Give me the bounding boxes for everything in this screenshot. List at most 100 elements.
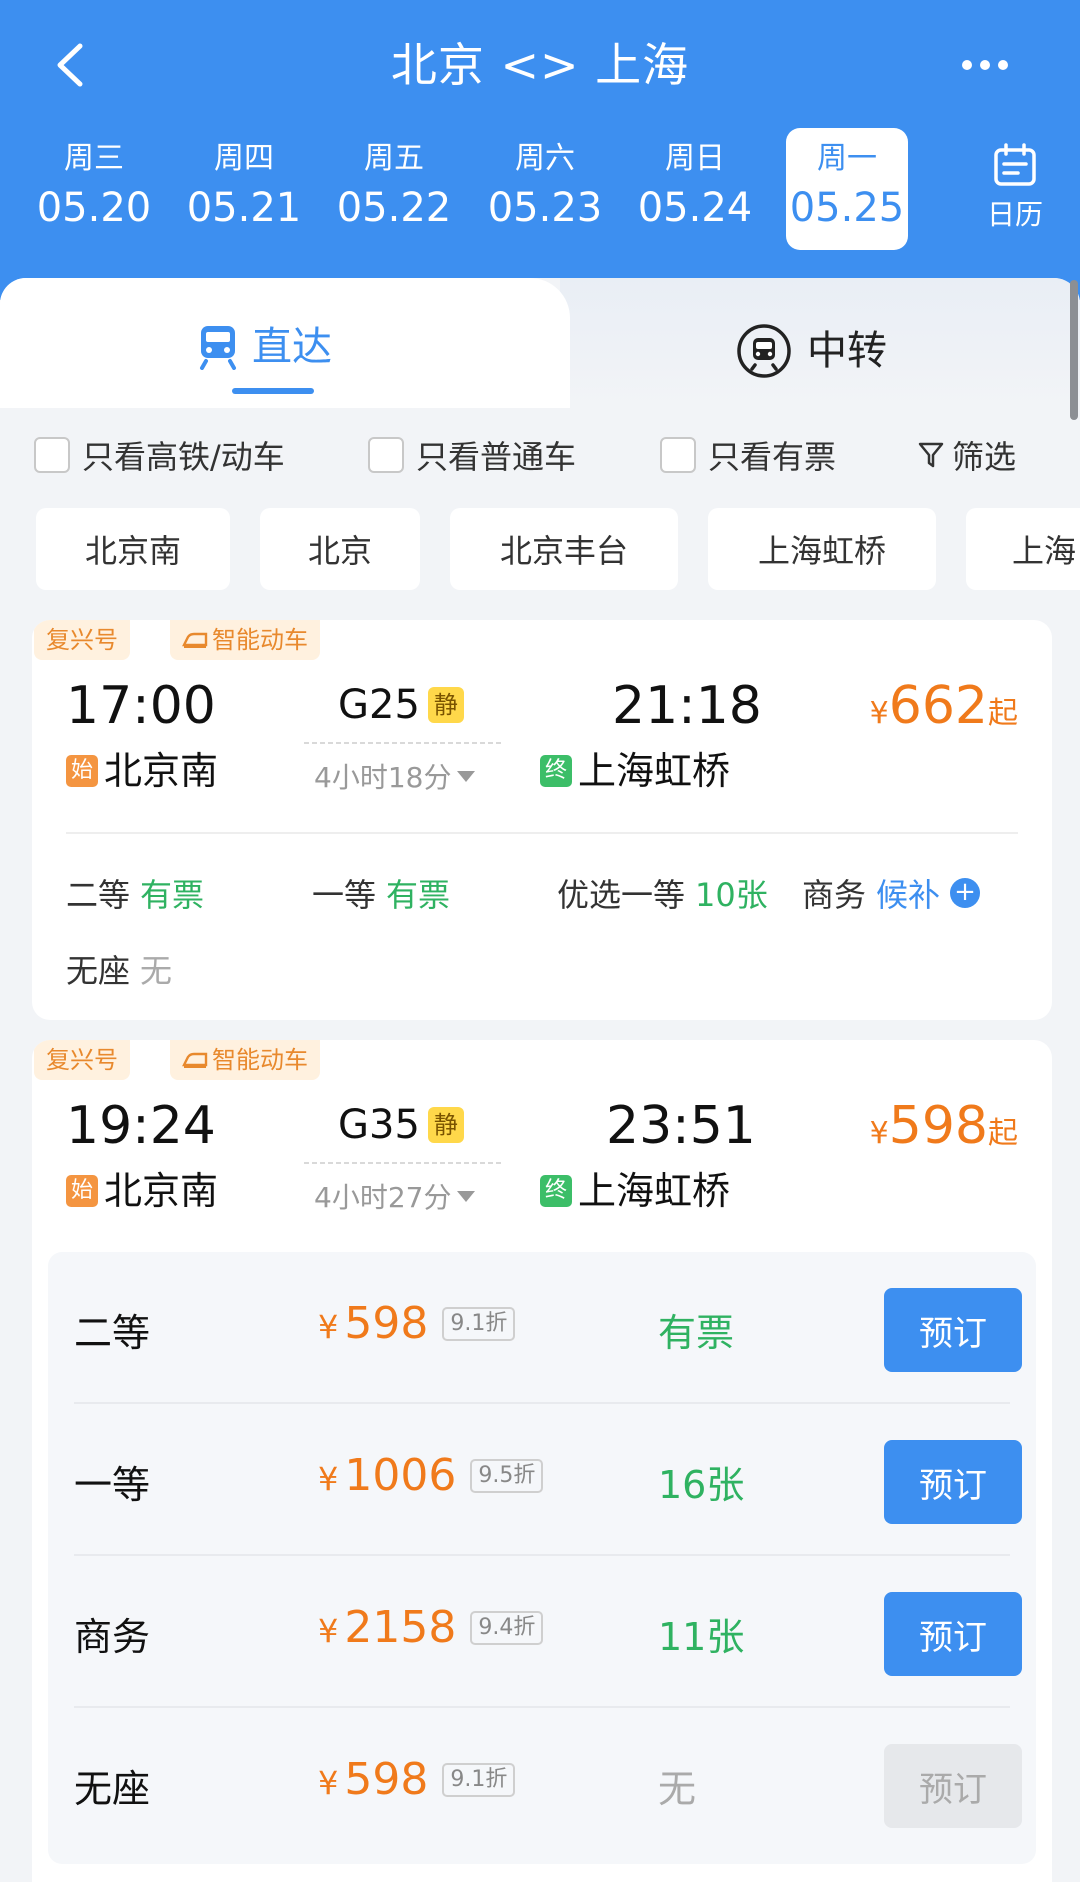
train-card-expanded[interactable]: 复兴号 智能动车 19:24 G35 静 23:51 ¥ 598 起 4小时27… xyxy=(32,1040,1052,1882)
active-tab-indicator xyxy=(232,388,314,394)
route-line xyxy=(304,1162,504,1164)
tab-direct[interactable]: 直达 xyxy=(0,278,570,408)
lowest-price: ¥ 662 起 xyxy=(870,676,1018,736)
calendar-button[interactable]: 日历 xyxy=(975,142,1055,242)
destination-station-name: 上海虹桥 xyxy=(578,749,731,793)
date-item[interactable]: 周四 05.21 xyxy=(183,128,305,250)
seat-type-label: 二等 xyxy=(66,876,131,914)
filter-available-checkbox[interactable]: 只看有票 xyxy=(660,432,836,478)
date-item[interactable]: 周三 05.20 xyxy=(33,128,155,250)
station-chip[interactable]: 上海虹桥 xyxy=(708,508,936,590)
train-number-label: G35 xyxy=(338,1102,420,1148)
price-value: 2158 xyxy=(344,1602,457,1653)
date-item-selected[interactable]: 周一 05.25 xyxy=(786,128,908,250)
seat-type-label: 优选一等 xyxy=(557,876,686,914)
caret-down-icon xyxy=(457,1190,476,1202)
seat-row: 商务 ¥ 2158 9.4折 11张 预订 xyxy=(48,1556,1036,1708)
book-button[interactable]: 预订 xyxy=(884,1440,1022,1524)
origin-station-name: 北京南 xyxy=(104,749,219,793)
checkbox-icon xyxy=(34,437,70,473)
price-suffix: 起 xyxy=(988,696,1018,731)
filter-bar: 只看高铁/动车 只看普通车 只看有票 筛选 xyxy=(0,408,1080,498)
station-chip[interactable]: 北京 xyxy=(260,508,420,590)
station-chip[interactable]: 上海 xyxy=(966,508,1080,590)
date-day: 05.25 xyxy=(789,185,905,231)
date-weekday: 周六 xyxy=(515,141,575,176)
seat-status: 有票 xyxy=(140,876,205,914)
currency-symbol: ¥ xyxy=(318,1764,339,1802)
seat-business[interactable]: 商务 候补 + xyxy=(802,870,981,916)
seat-price: ¥ 598 9.1折 xyxy=(318,1752,516,1808)
tab-direct-label: 直达 xyxy=(252,324,332,370)
seat-price: ¥ 2158 9.4折 xyxy=(318,1600,544,1656)
filter-high-speed-checkbox[interactable]: 只看高铁/动车 xyxy=(34,432,285,478)
seat-second-class: 二等 有票 xyxy=(66,870,204,916)
duration-label: 4小时27分 xyxy=(314,1181,452,1214)
seat-row: 一等 ¥ 1006 9.5折 16张 预订 xyxy=(48,1404,1036,1556)
seat-price: ¥ 598 9.1折 xyxy=(318,1296,516,1352)
train-icon xyxy=(200,326,236,370)
date-item[interactable]: 周五 05.22 xyxy=(333,128,455,250)
scrollbar[interactable] xyxy=(1070,280,1078,420)
checkbox-icon xyxy=(660,437,696,473)
destination-station-name: 上海虹桥 xyxy=(578,1169,731,1213)
date-weekday: 周三 xyxy=(64,141,124,176)
add-waitlist-icon[interactable]: + xyxy=(950,878,981,908)
duration-label: 4小时18分 xyxy=(314,761,452,794)
date-item[interactable]: 周日 05.24 xyxy=(634,128,756,250)
date-selector: 周三 05.20 周四 05.21 周五 05.22 周六 05.23 周日 0… xyxy=(0,128,1080,253)
checkbox-icon xyxy=(368,437,404,473)
duration-toggle[interactable]: 4小时27分 xyxy=(314,1176,476,1216)
book-button-disabled: 预订 xyxy=(884,1744,1022,1828)
date-item[interactable]: 周六 05.23 xyxy=(484,128,606,250)
station-chips: 北京南 北京 北京丰台 上海虹桥 上海 xyxy=(0,508,1080,590)
origin-station-name: 北京南 xyxy=(104,1169,219,1213)
depart-time: 17:00 xyxy=(66,676,216,736)
smart-emu-label: 智能动车 xyxy=(212,1046,308,1074)
filter-button[interactable]: 筛选 xyxy=(918,432,1016,478)
currency-symbol: ¥ xyxy=(318,1308,339,1346)
seat-type-label: 无座 xyxy=(74,1767,151,1811)
seat-availability: 11张 xyxy=(658,1615,745,1659)
emu-train-icon xyxy=(182,632,208,648)
card-divider xyxy=(66,832,1018,834)
book-button[interactable]: 预订 xyxy=(884,1288,1022,1372)
more-dot-icon xyxy=(962,60,972,70)
filter-normal-checkbox[interactable]: 只看普通车 xyxy=(368,432,576,478)
emu-train-icon xyxy=(182,1052,208,1068)
date-weekday: 周五 xyxy=(364,141,424,176)
origin-tag: 始 xyxy=(66,755,98,787)
quiet-carriage-badge: 静 xyxy=(427,687,464,723)
discount-badge: 9.1折 xyxy=(442,1763,516,1797)
date-weekday: 周日 xyxy=(665,141,725,176)
seat-type-label: 商务 xyxy=(802,876,867,914)
book-button[interactable]: 预订 xyxy=(884,1592,1022,1676)
train-number: G25 静 xyxy=(338,680,464,730)
seat-availability: 有票 xyxy=(658,1311,735,1355)
discount-badge: 9.1折 xyxy=(442,1307,516,1341)
duration-toggle[interactable]: 4小时18分 xyxy=(314,756,476,796)
price-value: 598 xyxy=(888,1096,988,1156)
filter-high-speed-label: 只看高铁/动车 xyxy=(82,438,285,476)
date-day: 05.22 xyxy=(336,185,452,231)
price-value: 598 xyxy=(344,1298,429,1349)
more-dot-icon xyxy=(980,60,990,70)
destination-station: 终 上海虹桥 xyxy=(540,1166,730,1216)
seat-status: 有票 xyxy=(386,876,451,914)
arrive-time: 21:18 xyxy=(612,676,762,736)
train-card[interactable]: 复兴号 智能动车 17:00 G25 静 21:18 ¥ 662 起 4小时18… xyxy=(32,620,1052,1020)
waitlist-status: 候补 xyxy=(876,876,941,914)
more-menu-button[interactable] xyxy=(950,30,1020,100)
origin-tag: 始 xyxy=(66,1175,98,1207)
filter-available-label: 只看有票 xyxy=(708,438,837,476)
tab-transfer[interactable]: 中转 xyxy=(560,278,1080,408)
filter-normal-label: 只看普通车 xyxy=(416,438,577,476)
top-bar: 北京 <> 上海 周三 05.20 周四 05.21 周五 05.22 周六 0… xyxy=(0,0,1080,300)
filter-button-label: 筛选 xyxy=(952,438,1017,476)
origin-station: 始 北京南 xyxy=(66,746,218,796)
smart-emu-label: 智能动车 xyxy=(212,626,308,654)
seat-status: 10张 xyxy=(695,876,768,914)
station-chip[interactable]: 北京南 xyxy=(36,508,230,590)
price-value: 598 xyxy=(344,1754,429,1805)
station-chip[interactable]: 北京丰台 xyxy=(450,508,678,590)
